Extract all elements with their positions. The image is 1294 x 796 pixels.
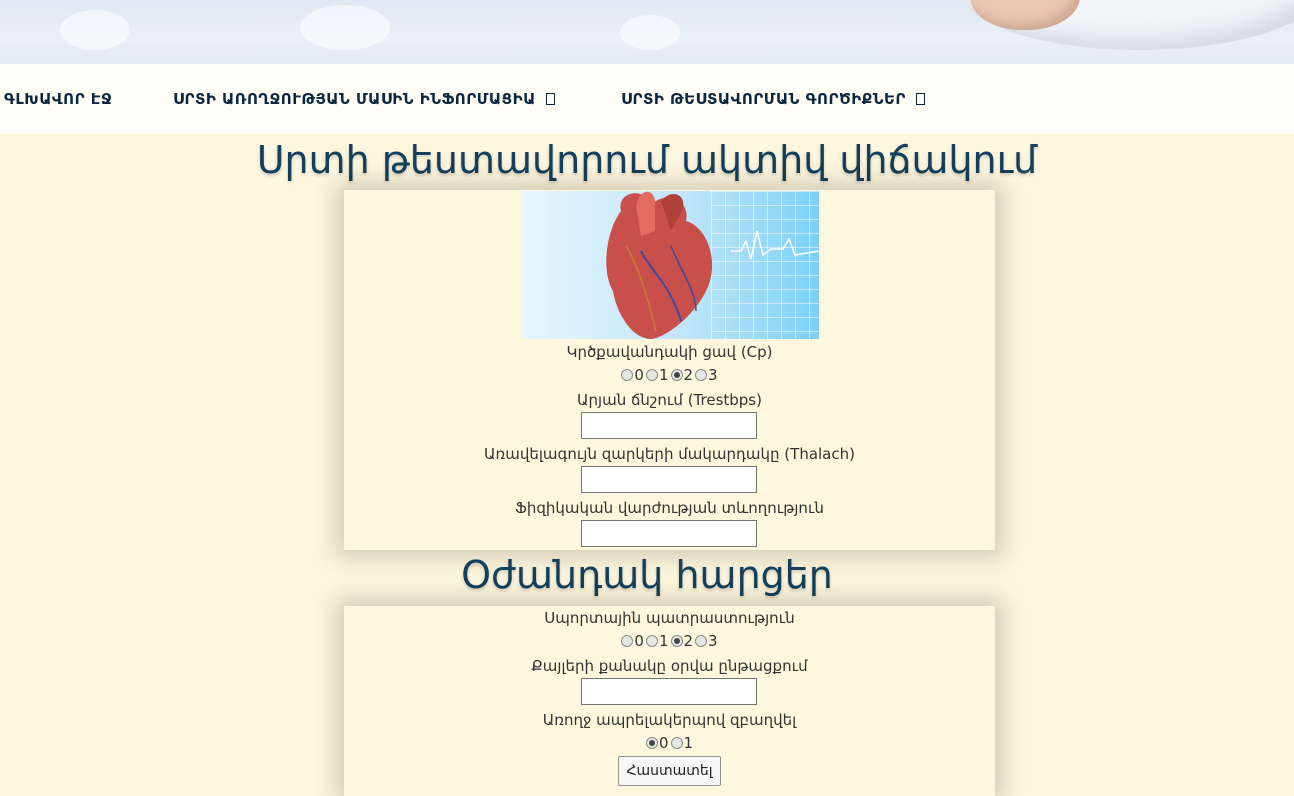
nav-item-heart-test-tools[interactable]: ՍՐՏԻ ԹԵՍՏԱՎՈՐՄԱՆ ԳՈՐԾԻՔՆԵՐ — [621, 88, 925, 110]
radio-label: 2 — [683, 632, 694, 650]
radio-button[interactable] — [695, 369, 708, 381]
thalach-input[interactable] — [581, 466, 757, 493]
radio-label: 1 — [683, 734, 694, 752]
radio-button[interactable] — [670, 737, 683, 749]
sport-label: Սպորտային պատրաստություն — [544, 609, 795, 627]
sport-option-0[interactable]: 0 — [621, 632, 644, 650]
thalach-label: Առավելագույն զարկերի մակարդակը (Thalach) — [484, 445, 855, 463]
sport-option-2[interactable]: 2 — [670, 632, 694, 650]
trestbps-label: Արյան ճնշում (Trestbps) — [577, 391, 762, 409]
radio-button-selected[interactable] — [670, 635, 683, 647]
banner-bokeh — [60, 10, 130, 50]
section-title: Օժանդակ հարցեր — [461, 553, 833, 597]
exercise-duration-input[interactable] — [581, 520, 757, 547]
cp-option-1[interactable]: 1 — [645, 366, 669, 384]
heart-illustration — [521, 191, 819, 339]
banner-bokeh — [300, 5, 390, 50]
radio-label: 3 — [708, 366, 718, 384]
steps-label: Քայլերի քանակը օրվա ընթացքում — [531, 657, 808, 675]
exercise-duration-label: Ֆիզիկական վարժության տևողություն — [515, 499, 824, 517]
sport-radio-group: 0 1 2 3 — [344, 632, 995, 650]
radio-label: 1 — [658, 632, 669, 650]
dropdown-caret-icon — [915, 93, 925, 105]
radio-button[interactable] — [645, 635, 658, 647]
radio-button[interactable] — [621, 369, 634, 381]
cp-option-3[interactable]: 3 — [695, 366, 718, 384]
nav-item-label: ԳԼԽԱՎՈՐ ԷՋ — [4, 90, 113, 108]
steps-input[interactable] — [581, 678, 757, 705]
supporting-questions-form: Սպորտային պատրաստություն 0 1 2 3 Քայլերի… — [344, 606, 995, 796]
radio-label: 1 — [658, 366, 669, 384]
cp-option-0[interactable]: 0 — [621, 366, 644, 384]
nav-item-label: ՍՐՏԻ ԹԵՍՏԱՎՈՐՄԱՆ ԳՈՐԾԻՔՆԵՐ — [621, 90, 906, 108]
healthy-lifestyle-label: Առողջ ապրելակերպով զբաղվել — [542, 711, 797, 729]
radio-button[interactable] — [645, 369, 658, 381]
nav-item-heart-health-info[interactable]: ՍՐՏԻ ԱՌՈՂՋՈՒԹՅԱՆ ՄԱՍԻՆ ԻՆՖՈՐՄԱՑԻԱ — [173, 88, 555, 110]
nav-item-home[interactable]: ԳԼԽԱՎՈՐ ԷՋ — [4, 88, 112, 110]
radio-label: 0 — [634, 366, 644, 384]
banner-bokeh — [620, 15, 680, 50]
healthy-option-1[interactable]: 1 — [670, 734, 694, 752]
radio-button[interactable] — [621, 635, 634, 647]
cp-radio-group: 0 1 2 3 — [344, 366, 995, 384]
sport-option-3[interactable]: 3 — [695, 632, 718, 650]
cp-option-2[interactable]: 2 — [670, 366, 694, 384]
sport-option-1[interactable]: 1 — [645, 632, 669, 650]
healthy-option-0[interactable]: 0 — [645, 734, 669, 752]
dropdown-caret-icon — [545, 93, 555, 105]
radio-button-selected[interactable] — [645, 737, 658, 749]
submit-button[interactable]: Հաստատել — [618, 756, 721, 786]
radio-label: 0 — [658, 734, 669, 752]
nav-item-label: ՍՐՏԻ ԱՌՈՂՋՈՒԹՅԱՆ ՄԱՍԻՆ ԻՆՖՈՐՄԱՑԻԱ — [173, 90, 536, 108]
heart-icon — [606, 191, 819, 339]
healthy-lifestyle-radio-group: 0 1 — [344, 734, 995, 752]
main-nav: ԳԼԽԱՎՈՐ ԷՋ ՍՐՏԻ ԱՌՈՂՋՈՒԹՅԱՆ ՄԱՍԻՆ ԻՆՖՈՐՄ… — [0, 64, 1294, 134]
radio-label: 0 — [634, 632, 644, 650]
radio-label: 3 — [708, 632, 718, 650]
radio-button-selected[interactable] — [670, 369, 683, 381]
radio-button[interactable] — [695, 635, 708, 647]
cp-label: Կրծքավանդակի ցավ (Cp) — [566, 343, 773, 361]
radio-label: 2 — [683, 366, 694, 384]
page-title: Սրտի թեստավորում ակտիվ վիճակում — [256, 138, 1038, 182]
heart-test-form: Կրծքավանդակի ցավ (Cp) 0 1 2 3 Արյան ճնշո… — [344, 190, 995, 550]
trestbps-input[interactable] — [581, 412, 757, 439]
hero-banner — [0, 0, 1294, 64]
